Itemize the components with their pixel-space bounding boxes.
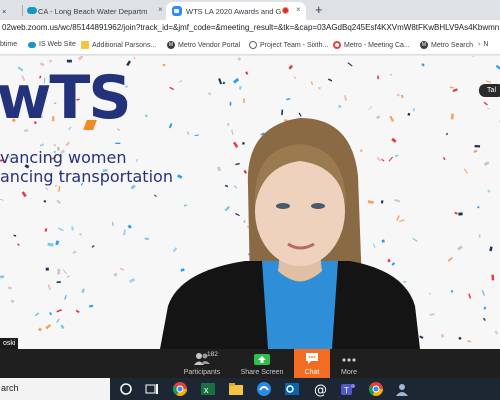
- outlook-icon[interactable]: [284, 381, 300, 397]
- zoom-control-bar: 182 Participants Share Screen Chat More: [0, 349, 500, 378]
- chat-icon: [306, 353, 318, 364]
- bookmark-label: Metro Vendor Portal: [178, 41, 241, 49]
- zoom-video-area: wTS vancing women ancing transportation …: [0, 56, 500, 349]
- cortana-icon[interactable]: [118, 381, 134, 397]
- bookmark-label: Metro Search: [431, 41, 474, 49]
- chrome-icon[interactable]: [368, 381, 384, 397]
- browser-tab-strip: × CA - Long Beach Water Departm × WTS LA…: [0, 0, 500, 20]
- bookmark-item[interactable]: M Metro Search: [420, 41, 473, 49]
- browser-toolbar: 02web.zoom.us/wc/85144891962/join?track_…: [0, 20, 500, 38]
- metro-m-icon: M: [167, 41, 175, 49]
- tab-long-beach-water[interactable]: CA - Long Beach Water Departm: [24, 2, 172, 20]
- people-icon[interactable]: [394, 381, 410, 397]
- active-speaker-label: Tal: [479, 84, 500, 97]
- bookmark-label: Project Team - Sixth...: [260, 41, 329, 49]
- tab-partial[interactable]: ×: [0, 2, 22, 20]
- chat-label: Chat: [304, 369, 320, 376]
- windows-taskbar: arch x @ T: [0, 378, 500, 400]
- participants-button[interactable]: 182 Participants: [178, 349, 226, 378]
- bookmark-item[interactable]: M Metro Vendor Portal: [167, 41, 240, 49]
- participant-name-tag: oski: [0, 338, 19, 349]
- more-button[interactable]: More: [333, 349, 365, 378]
- bookmark-item[interactable]: Metro - Meeting Ca...: [333, 41, 410, 49]
- participants-count: 182: [207, 351, 218, 358]
- recording-icon: [282, 7, 289, 14]
- svg-text:x: x: [204, 385, 209, 395]
- address-bar[interactable]: 02web.zoom.us/wc/85144891962/join?track_…: [2, 23, 500, 32]
- speaker-eye: [311, 203, 325, 209]
- more-label: More: [341, 369, 357, 376]
- bookmark-label: N: [483, 41, 489, 48]
- salesforce-cloud-icon: [27, 7, 37, 14]
- excel-icon[interactable]: x: [200, 381, 216, 397]
- taskbar-search-box[interactable]: arch: [0, 378, 110, 400]
- bookmark-label: Additional Parsons...: [92, 41, 157, 49]
- participants-label: Participants: [183, 369, 221, 376]
- share-screen-icon: [254, 354, 270, 365]
- svg-text:@: @: [314, 383, 327, 397]
- bookmark-item[interactable]: Additional Parsons...: [81, 41, 156, 49]
- globe-icon: [249, 41, 257, 49]
- bookmark-item[interactable]: IS Web Site: [28, 41, 76, 48]
- chat-button[interactable]: Chat: [294, 349, 330, 378]
- bookmark-item[interactable]: › N: [478, 41, 488, 48]
- svg-text:T: T: [344, 386, 349, 395]
- chrome-icon[interactable]: [172, 381, 188, 397]
- tab-close-icon[interactable]: ×: [2, 7, 6, 16]
- task-view-icon[interactable]: [144, 381, 160, 397]
- speaker-video: [160, 118, 420, 349]
- zoom-icon: [172, 6, 182, 16]
- folder-icon: [81, 41, 89, 49]
- tab-separator: [22, 5, 23, 16]
- bookmark-label: Metro - Meeting Ca...: [344, 41, 410, 49]
- share-screen-label: Share Screen: [240, 369, 284, 376]
- bookmark-label: btime: [0, 41, 18, 48]
- screen: × CA - Long Beach Water Departm × WTS LA…: [0, 0, 500, 400]
- taskbar-search-placeholder: arch: [1, 383, 19, 393]
- teams-icon[interactable]: T: [340, 381, 356, 397]
- at-sign-icon[interactable]: @: [312, 381, 328, 397]
- tab-label: WTS LA 2020 Awards and G: [186, 6, 282, 16]
- bookmark-label: IS Web Site: [39, 41, 76, 48]
- new-tab-button[interactable]: +: [315, 3, 323, 17]
- speaker-eye: [276, 203, 290, 209]
- bookmarks-bar: btime IS Web Site Additional Parsons... …: [0, 38, 500, 55]
- metro-m-icon: M: [420, 41, 428, 49]
- tab-label: CA - Long Beach Water Departm: [38, 6, 148, 16]
- salesforce-cloud-icon: [28, 41, 36, 48]
- bookmark-item[interactable]: btime: [0, 41, 17, 48]
- more-icon: [342, 358, 356, 362]
- edge-icon[interactable]: [256, 381, 272, 397]
- google-g-icon: [333, 41, 341, 49]
- tab-close-icon[interactable]: ×: [296, 6, 301, 14]
- chevron-right-icon: ›: [478, 41, 481, 48]
- tab-close-icon[interactable]: ×: [158, 6, 163, 14]
- share-screen-button[interactable]: Share Screen: [238, 349, 286, 378]
- file-explorer-icon[interactable]: [228, 381, 244, 397]
- bookmark-item[interactable]: Project Team - Sixth...: [249, 41, 328, 49]
